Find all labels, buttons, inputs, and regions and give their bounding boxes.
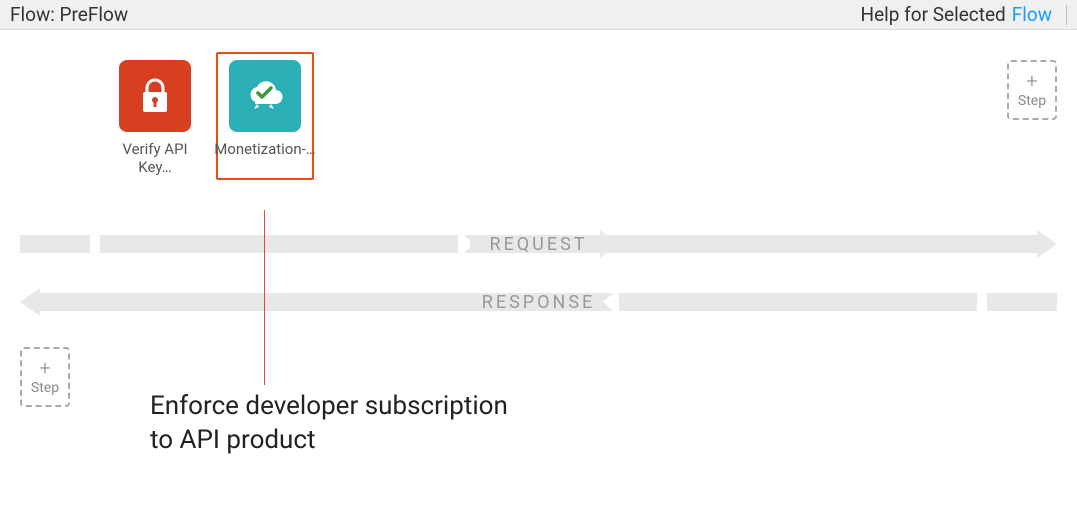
annotation-text: Enforce developer subscription to API pr… xyxy=(150,390,508,458)
flow-canvas: Verify API Key… Monetization-… + Step R xyxy=(0,30,1077,507)
lock-icon xyxy=(119,60,191,132)
flow-title: Flow: PreFlow xyxy=(10,3,128,26)
add-step-label: Step xyxy=(1018,93,1046,109)
policy-monetization[interactable]: Monetization-… xyxy=(216,52,314,180)
flow-header: Flow: PreFlow Help for Selected Flow xyxy=(0,0,1077,30)
request-label: REQUEST xyxy=(489,234,587,255)
arrow-right-icon xyxy=(1037,230,1057,258)
response-flow-bar: RESPONSE xyxy=(20,288,1057,316)
flow-link[interactable]: Flow xyxy=(1012,3,1052,26)
add-step-label: Step xyxy=(31,380,59,396)
response-label: RESPONSE xyxy=(482,292,596,313)
annotation-connector xyxy=(264,210,265,385)
policy-verify-api-key[interactable]: Verify API Key… xyxy=(110,60,200,176)
add-step-button-request[interactable]: + Step xyxy=(1007,60,1057,120)
cloud-check-icon xyxy=(229,60,301,132)
help-for-selected-label: Help for Selected xyxy=(861,3,1006,26)
request-flow-bar: REQUEST xyxy=(20,230,1057,258)
plus-icon: + xyxy=(1026,71,1037,91)
add-step-button-response[interactable]: + Step xyxy=(20,347,70,407)
policy-label: Verify API Key… xyxy=(110,140,200,176)
arrow-left-icon xyxy=(20,288,40,316)
policy-label: Monetization-… xyxy=(214,140,316,158)
divider xyxy=(1066,5,1067,25)
policy-row: Verify API Key… Monetization-… xyxy=(110,60,310,176)
plus-icon: + xyxy=(39,358,50,378)
